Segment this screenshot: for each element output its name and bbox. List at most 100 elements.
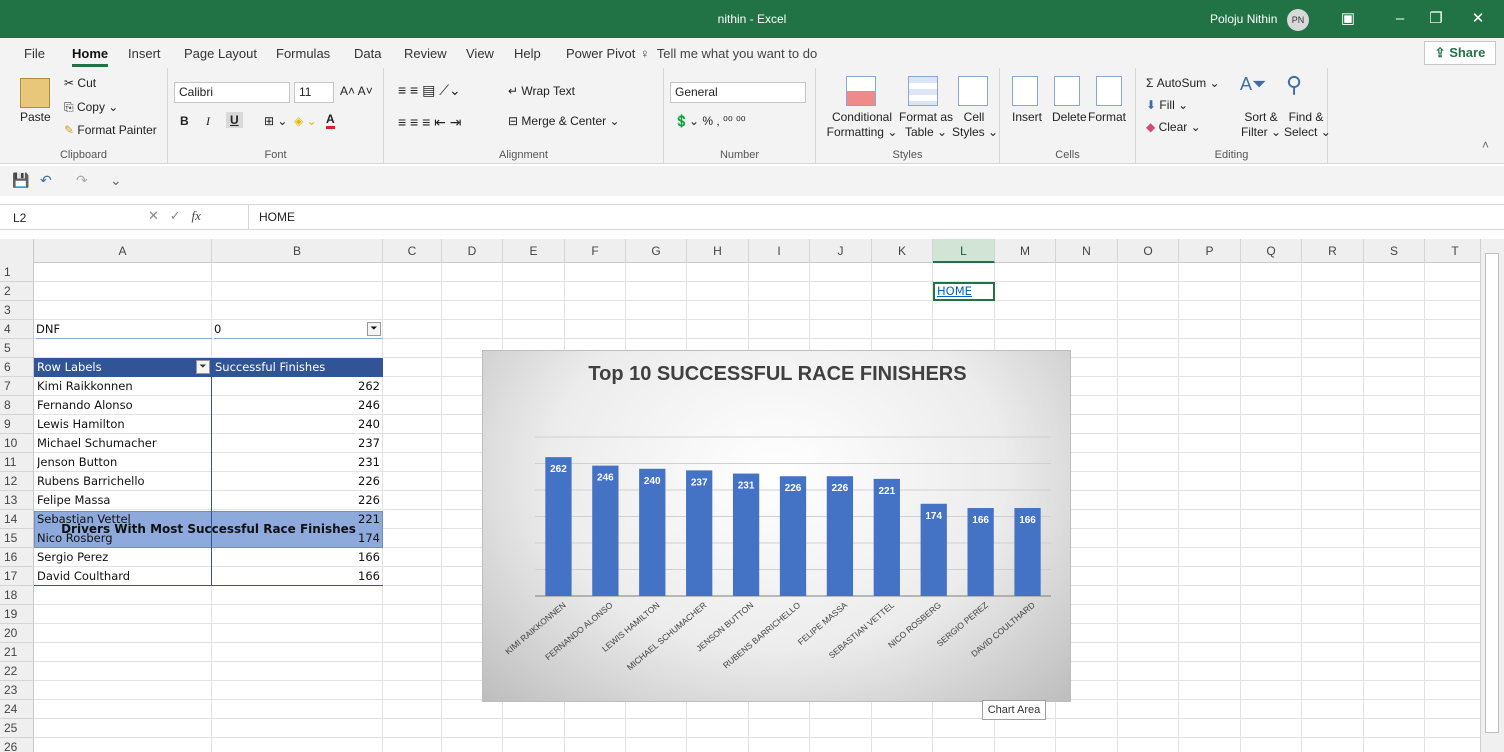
tab-help[interactable]: Help <box>514 46 541 61</box>
minimize-icon[interactable]: – <box>1388 8 1412 30</box>
row-header-26[interactable]: 26 <box>0 738 34 752</box>
column-header-M[interactable]: M <box>995 239 1056 263</box>
find-select-button[interactable]: Find & Select ⌄ <box>1284 110 1331 140</box>
select-all-corner[interactable] <box>0 239 34 263</box>
row-header-25[interactable]: 25 <box>0 719 34 738</box>
column-header-C[interactable]: C <box>383 239 442 263</box>
font-name-dropdown[interactable]: Calibri <box>174 82 290 103</box>
row-header-15[interactable]: 15 <box>0 529 34 548</box>
row-header-22[interactable]: 22 <box>0 662 34 681</box>
bar-chart[interactable]: Top 10 SUCCESSFUL RACE FINISHERS 262 KIMI… <box>482 350 1071 702</box>
name-box[interactable]: L2 <box>8 207 120 227</box>
tab-power-pivot[interactable]: Power Pivot <box>566 46 635 61</box>
tab-page-layout[interactable]: Page Layout <box>184 46 257 61</box>
cell-styles-icon[interactable] <box>958 76 988 106</box>
row-header-21[interactable]: 21 <box>0 643 34 662</box>
tab-data[interactable]: Data <box>354 46 381 61</box>
chart-bar[interactable] <box>639 468 666 596</box>
column-header-I[interactable]: I <box>749 239 810 263</box>
italic-button[interactable]: I <box>206 114 210 129</box>
pivot-row-value[interactable]: 226 <box>212 491 380 510</box>
column-header-J[interactable]: J <box>810 239 872 263</box>
column-header-A[interactable]: A <box>34 239 212 263</box>
row-header-1[interactable]: 1 <box>0 263 34 282</box>
formula-input[interactable]: HOME <box>248 205 1478 229</box>
user-name[interactable]: Poloju Nithin <box>1210 12 1277 26</box>
customize-qat-icon[interactable]: ⌄ <box>110 172 122 189</box>
avatar[interactable]: PN <box>1287 9 1309 31</box>
chart-bar[interactable] <box>732 473 760 596</box>
column-header-G[interactable]: G <box>626 239 687 263</box>
grow-font-icon[interactable]: A˄ A˅ <box>340 84 373 98</box>
save-icon[interactable]: 💾 <box>12 172 29 189</box>
format-button[interactable]: Format <box>1088 110 1126 124</box>
chart-bar[interactable] <box>545 457 572 596</box>
paste-icon[interactable] <box>20 78 50 108</box>
redo-icon[interactable]: ↷ <box>76 172 88 189</box>
row-header-24[interactable]: 24 <box>0 700 34 719</box>
delete-cells-icon[interactable] <box>1054 76 1080 106</box>
pivot-header-values[interactable]: Successful Finishes <box>212 358 383 377</box>
column-header-T[interactable]: T <box>1425 239 1480 263</box>
row-header-17[interactable]: 17 <box>0 567 34 586</box>
insert-button[interactable]: Insert <box>1012 110 1042 124</box>
tell-me-search[interactable]: ♀ Tell me what you want to do <box>640 46 817 61</box>
row-header-10[interactable]: 10 <box>0 434 34 453</box>
copy-button[interactable]: ⎘ Copy ⌄ <box>64 100 118 115</box>
column-header-K[interactable]: K <box>872 239 933 263</box>
pivot-row-value[interactable]: 166 <box>212 567 380 586</box>
column-header-L[interactable]: L <box>933 239 995 263</box>
borders-icon[interactable]: ⊞ ⌄ <box>264 114 287 128</box>
row-header-16[interactable]: 16 <box>0 548 34 567</box>
row-header-18[interactable]: 18 <box>0 586 34 605</box>
chart-bar[interactable] <box>686 470 713 596</box>
row-header-3[interactable]: 3 <box>0 301 34 320</box>
row-header-5[interactable]: 5 <box>0 339 34 358</box>
number-format-icons[interactable]: 💲⌄ % , ⁰⁰ ⁰⁰ <box>674 114 746 128</box>
row-header-20[interactable]: 20 <box>0 624 34 643</box>
cell-styles-button[interactable]: Cell Styles ⌄ <box>952 110 998 140</box>
pivot-header-labels[interactable]: Row Labels ⏷ <box>34 358 212 377</box>
pivot-row-label[interactable]: Felipe Massa <box>37 491 212 510</box>
cancel-icon[interactable]: ✕ <box>148 208 159 223</box>
merge-center-button[interactable]: ⊟ Merge & Center ⌄ <box>508 114 620 128</box>
share-button[interactable]: ⇪ Share <box>1424 41 1496 65</box>
tab-review[interactable]: Review <box>404 46 447 61</box>
sort-filter-icon[interactable]: A⏷ <box>1240 74 1266 95</box>
row-header-13[interactable]: 13 <box>0 491 34 510</box>
fill-color-icon[interactable]: ◈ ⌄ <box>294 114 317 128</box>
pivot-row-value[interactable]: 166 <box>212 548 380 567</box>
pivot-row-value[interactable]: 231 <box>212 453 380 472</box>
filter-value-cell[interactable]: 0 ⏷ <box>214 320 383 339</box>
enter-icon[interactable]: ✓ <box>170 208 181 223</box>
row-header-19[interactable]: 19 <box>0 605 34 624</box>
clear-button[interactable]: ◆ Clear ⌄ <box>1146 120 1201 134</box>
pivot-row-label[interactable]: Lewis Hamilton <box>37 415 212 434</box>
paste-button[interactable]: Paste <box>20 110 51 124</box>
search-icon[interactable]: ⚲ <box>1286 72 1302 98</box>
tab-insert[interactable]: Insert <box>128 46 161 61</box>
format-as-table-icon[interactable] <box>908 76 938 106</box>
pivot-row-value[interactable]: 237 <box>212 434 380 453</box>
pivot-row-value[interactable]: 174 <box>212 529 380 548</box>
pivot-row-value[interactable]: 226 <box>212 472 380 491</box>
filter-dropdown-icon[interactable]: ⏷ <box>367 322 381 336</box>
column-header-P[interactable]: P <box>1179 239 1241 263</box>
column-header-D[interactable]: D <box>442 239 503 263</box>
pivot-row-label[interactable]: Fernando Alonso <box>37 396 212 415</box>
insert-cells-icon[interactable] <box>1012 76 1038 106</box>
format-cells-icon[interactable] <box>1096 76 1122 106</box>
row-header-4[interactable]: 4 <box>0 320 34 339</box>
conditional-formatting-button[interactable]: Conditional Formatting ⌄ <box>826 110 898 140</box>
pivot-row-value[interactable]: 240 <box>212 415 380 434</box>
pivot-row-label[interactable]: Michael Schumacher <box>37 434 212 453</box>
autosum-button[interactable]: Σ AutoSum ⌄ <box>1146 76 1220 90</box>
collapse-ribbon-icon[interactable]: ˄ <box>1482 138 1489 152</box>
pivot-row-label[interactable]: Sergio Perez <box>37 548 212 567</box>
tab-home[interactable]: Home <box>72 46 109 67</box>
pivot-row-value[interactable]: 262 <box>212 377 380 396</box>
column-header-E[interactable]: E <box>503 239 565 263</box>
row-header-14[interactable]: 14 <box>0 510 34 529</box>
ribbon-display-icon[interactable]: ▣ <box>1336 8 1360 30</box>
column-header-S[interactable]: S <box>1364 239 1425 263</box>
